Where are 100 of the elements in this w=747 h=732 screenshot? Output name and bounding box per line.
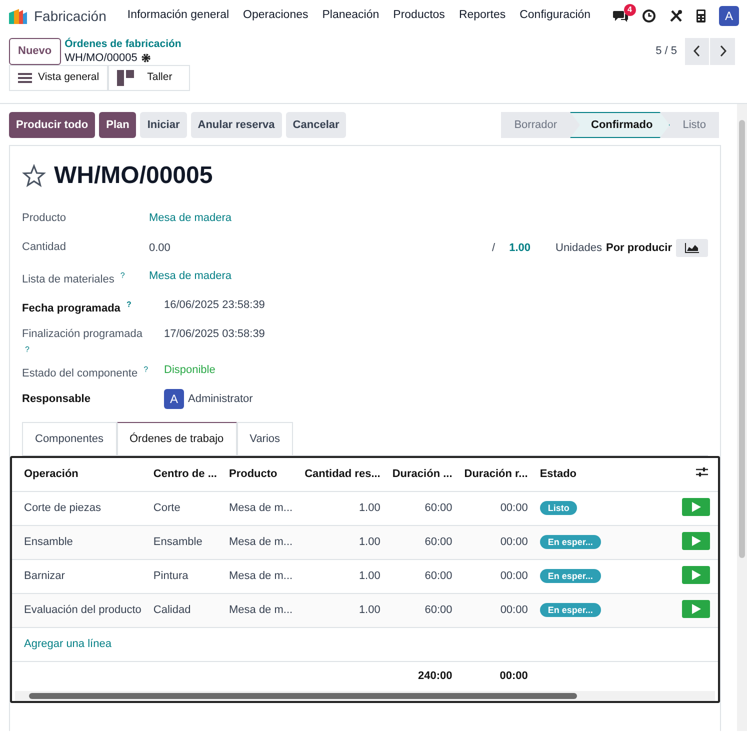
menu-item[interactable]: Configuración [512, 7, 598, 25]
breadcrumb-link[interactable]: Órdenes de fabricación [64, 38, 182, 51]
table-cell: 1.00 [298, 593, 386, 628]
table-cell: 1.00 [298, 559, 386, 594]
kanban-icon [117, 70, 136, 86]
table-cell: 60:00 [386, 491, 458, 526]
action-button[interactable]: Anular reserva [190, 112, 282, 138]
scrollbar-thumb[interactable] [29, 693, 577, 700]
target-quantity: 1.00 [509, 241, 530, 256]
table-cell: 60:00 [386, 525, 458, 560]
app-logo-icon[interactable] [8, 8, 28, 24]
status-step[interactable]: Confirmado [570, 112, 670, 138]
menu-item[interactable]: Productos [386, 7, 452, 25]
status-badge: En esper... [540, 568, 601, 583]
column-header[interactable]: Duración ... [386, 458, 458, 492]
status-badge: Listo [540, 500, 578, 515]
status-badge: En esper... [540, 534, 601, 549]
status-badge: En esper... [540, 602, 601, 617]
total-cell: 00:00 [458, 661, 534, 692]
status-step[interactable]: Listo [670, 112, 719, 138]
table-cell: Calidad [147, 593, 223, 628]
previous-button[interactable] [685, 38, 710, 65]
table-cell: 60:00 [386, 559, 458, 594]
table-cell: 00:00 [458, 593, 534, 628]
start-button[interactable] [682, 566, 710, 584]
field-value: 16/06/2025 23:58:39 [164, 298, 265, 313]
chevron-left-icon [693, 45, 701, 58]
field-label: Cantidad [22, 240, 68, 255]
user-name[interactable]: Administrator [188, 390, 253, 407]
play-icon [692, 604, 700, 614]
record-name: WH/MO/00005 [64, 51, 138, 65]
unit-label: Unidades [556, 241, 602, 256]
menu-item[interactable]: Operaciones [236, 7, 316, 25]
status-step[interactable]: Borrador [501, 112, 570, 138]
start-button[interactable] [682, 498, 710, 516]
table-cell: Ensamble [147, 525, 223, 560]
scrollbar-thumb[interactable] [739, 120, 745, 558]
star-icon[interactable] [22, 164, 46, 188]
field-link[interactable]: Mesa de madera [149, 210, 232, 226]
add-line-link[interactable]: Agregar una línea [24, 638, 112, 650]
calculator-icon[interactable] [696, 9, 706, 23]
column-header[interactable]: Producto [222, 458, 299, 492]
clock-icon[interactable] [642, 9, 656, 23]
app-name[interactable]: Fabricación [34, 6, 106, 26]
total-cell: 240:00 [386, 661, 458, 692]
table-cell: 00:00 [458, 525, 534, 560]
table-cell: Ensamble [12, 525, 148, 560]
user-avatar: A [164, 388, 184, 409]
start-button[interactable] [682, 600, 710, 618]
table-cell: Corte de piezas [12, 491, 148, 526]
menu-item[interactable]: Planeación [315, 7, 386, 25]
notification-badge: 4 [624, 4, 636, 16]
view-button[interactable]: Taller [108, 65, 190, 91]
tools-icon[interactable] [669, 9, 683, 23]
form-tab[interactable]: Componentes [22, 422, 116, 456]
table-cell: Mesa de m... [222, 491, 299, 526]
table-cell: Mesa de m... [222, 559, 299, 594]
field-link[interactable]: Mesa de madera [149, 268, 232, 284]
menu-item[interactable]: Reportes [452, 7, 513, 25]
next-button[interactable] [710, 38, 735, 65]
action-button[interactable]: Producir todo [9, 112, 96, 138]
column-header[interactable]: Operación [12, 458, 148, 492]
status-text: Disponible [164, 362, 216, 378]
table-cell: Pintura [147, 559, 223, 594]
table-cell: 60:00 [386, 593, 458, 628]
start-button[interactable] [682, 532, 710, 550]
column-header[interactable]: Estado [534, 458, 607, 492]
form-tab[interactable]: Órdenes de trabajo [116, 422, 237, 456]
list-icon [18, 72, 32, 84]
field-label: Estado del componente $^{?}$ [22, 364, 149, 382]
column-header[interactable]: Duración r... [458, 458, 534, 492]
table-cell: Mesa de m... [222, 525, 299, 560]
settings-icon[interactable] [141, 53, 152, 63]
sliders-icon[interactable] [696, 467, 708, 478]
field-label: Fecha programada $^{?}$ [22, 299, 132, 317]
user-avatar[interactable]: A [719, 6, 739, 26]
forecast-button[interactable] [676, 239, 708, 257]
table-cell: 1.00 [298, 491, 386, 526]
table-cell: Mesa de m... [222, 593, 299, 628]
field-value: 17/06/2025 03:58:39 [164, 327, 265, 342]
field-value[interactable]: 0.00 [149, 240, 170, 256]
vertical-scrollbar[interactable] [737, 104, 747, 731]
table-cell: 1.00 [298, 525, 386, 560]
record-title: WH/MO/00005 [54, 161, 213, 191]
action-button[interactable]: Cancelar [286, 112, 346, 138]
play-icon [692, 536, 700, 546]
column-header[interactable]: Cantidad res... [298, 458, 386, 492]
table-cell: 00:00 [458, 491, 534, 526]
view-button[interactable]: Vista general [9, 65, 108, 91]
new-button[interactable]: Nuevo [9, 38, 61, 64]
column-header[interactable]: Centro de ... [147, 458, 223, 492]
horizontal-scrollbar[interactable] [15, 691, 715, 702]
separator-text: / [492, 241, 496, 256]
form-tab[interactable]: Varios [236, 422, 294, 456]
action-button[interactable]: Iniciar [140, 112, 187, 138]
play-icon [692, 502, 700, 512]
action-button[interactable]: Plan [99, 112, 136, 138]
menu-item[interactable]: Información general [120, 7, 236, 25]
to-produce-label: Por producir [606, 241, 672, 256]
chat-icon[interactable] [613, 9, 629, 23]
